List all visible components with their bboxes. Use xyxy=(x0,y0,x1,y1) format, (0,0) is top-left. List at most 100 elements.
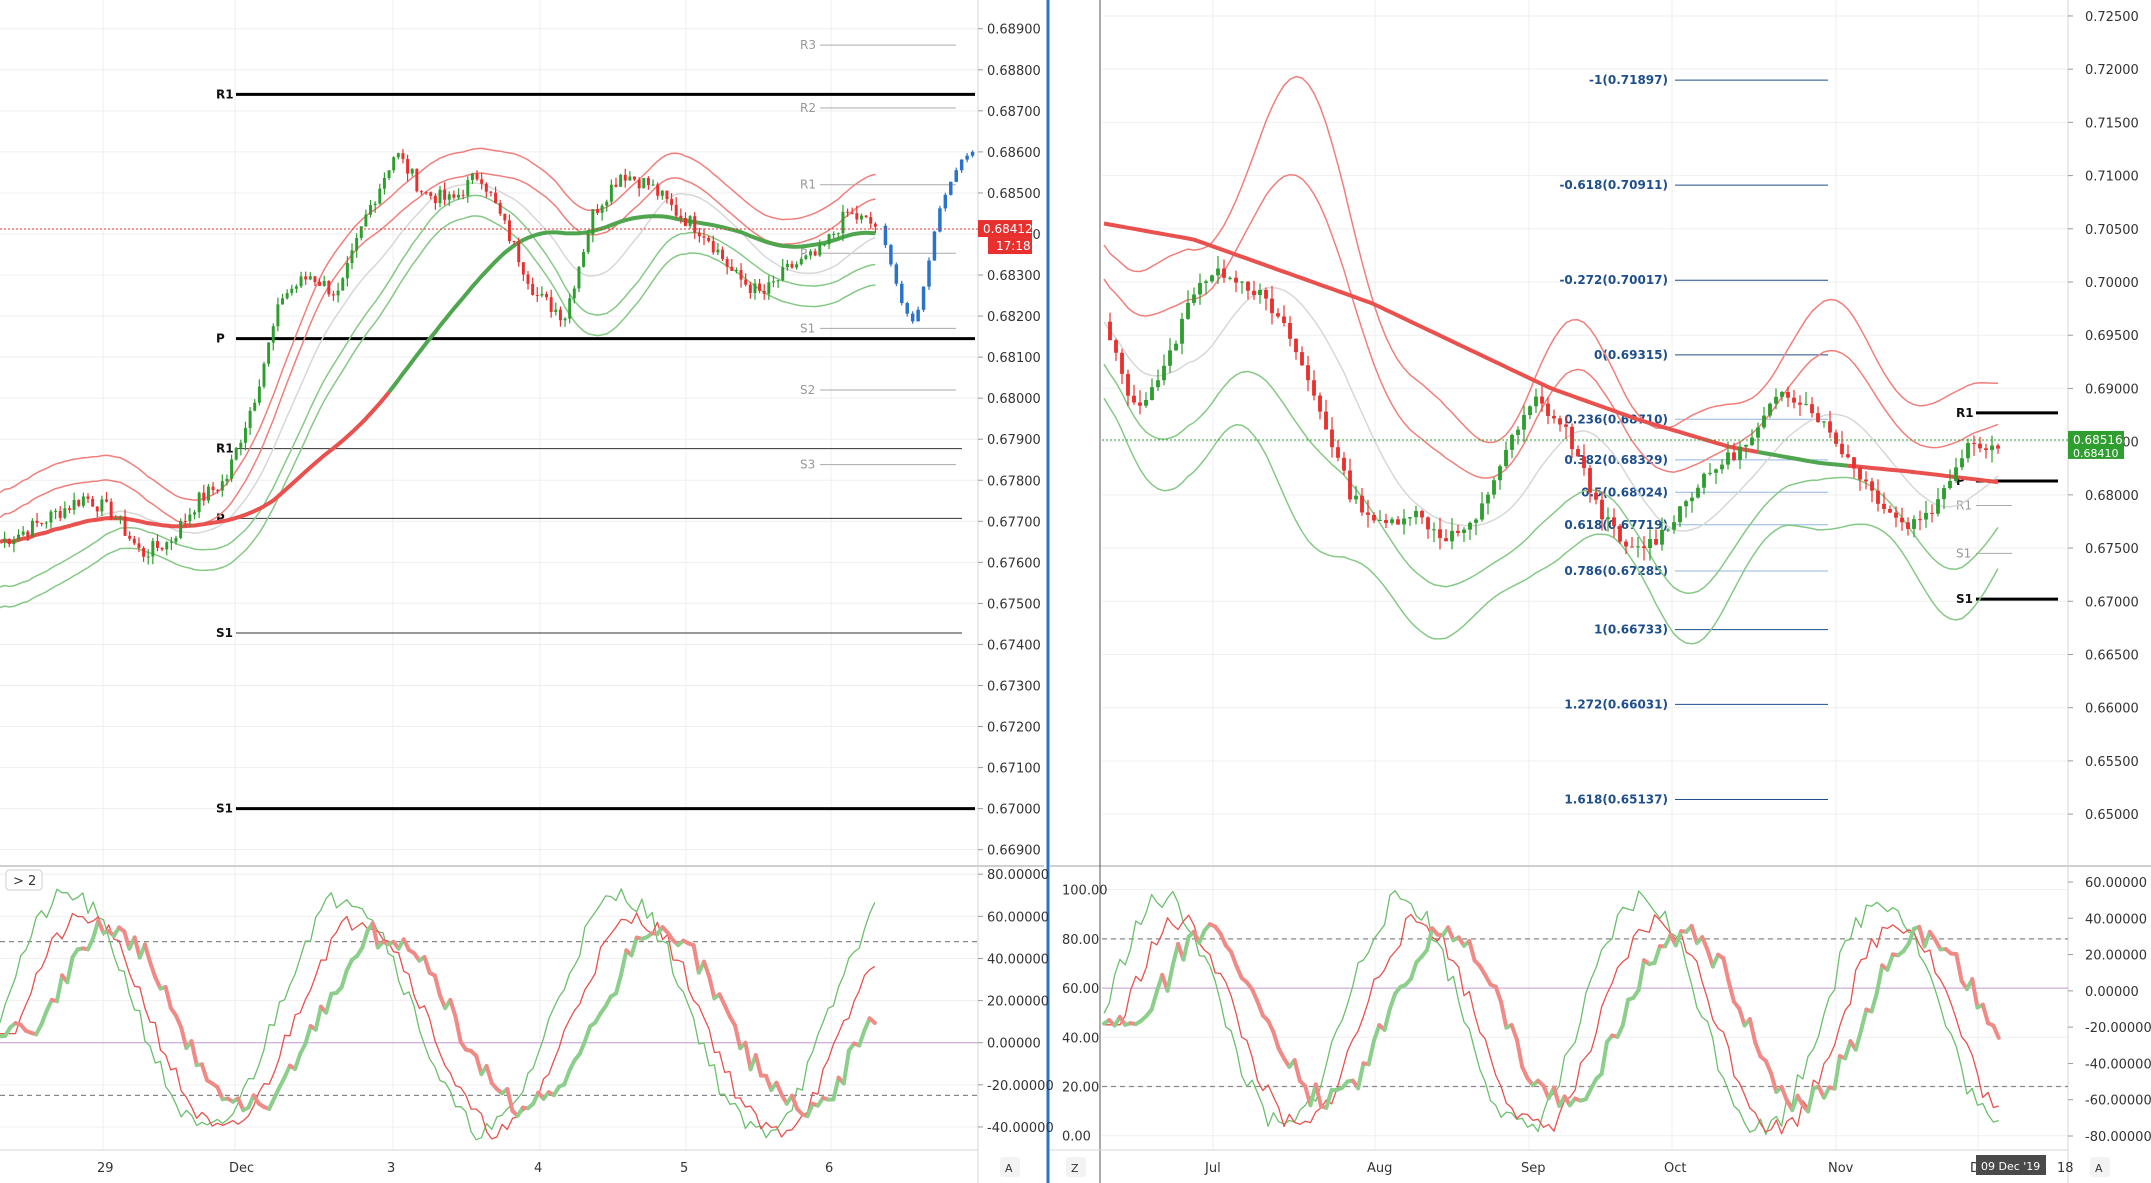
candle-body xyxy=(336,290,340,296)
candle-body xyxy=(572,288,576,299)
candle-body xyxy=(271,326,275,343)
candle-body xyxy=(591,209,595,235)
candle-body xyxy=(1564,424,1568,427)
candle-body xyxy=(730,266,734,271)
candle-body xyxy=(711,241,715,253)
candle-body xyxy=(943,194,948,209)
candle-body xyxy=(1270,298,1274,314)
candle-body xyxy=(1918,519,1922,521)
candle-body xyxy=(406,159,410,174)
study-collapse-button[interactable]: > 2 xyxy=(5,869,43,891)
candle-body xyxy=(239,442,243,448)
y-tick-label: 0.67300 xyxy=(987,679,1041,694)
candle-body xyxy=(1552,415,1556,419)
candle-body xyxy=(734,269,738,271)
candle-body xyxy=(392,157,396,171)
candle-body xyxy=(827,234,831,245)
candle-body xyxy=(1630,546,1634,548)
pivot-label: S1 xyxy=(216,626,233,640)
candle-body xyxy=(216,490,220,492)
y-tick-label: 40.00000 xyxy=(987,952,1049,967)
y-tick-label: 0.67200 xyxy=(987,721,1041,736)
y-tick-label: 0.71500 xyxy=(2085,116,2139,131)
candle-body xyxy=(1876,490,1880,504)
candle-body xyxy=(1306,365,1310,381)
y-tick-label: 0.72000 xyxy=(2085,63,2139,78)
candle-body xyxy=(1702,473,1706,488)
candle-body xyxy=(21,531,25,535)
y-tick-label-left: 60.00 xyxy=(1062,982,1099,997)
candle-body xyxy=(1570,426,1574,450)
candle-body xyxy=(1156,380,1160,388)
candle-body xyxy=(424,192,428,194)
candle-body xyxy=(67,508,71,510)
candle-body xyxy=(1264,289,1268,299)
candle-body xyxy=(17,534,21,540)
candle-body xyxy=(656,184,660,196)
candle-body xyxy=(118,516,122,519)
candle-body xyxy=(1774,396,1778,404)
candle-body xyxy=(294,286,298,289)
candle-body xyxy=(693,216,697,233)
candle-body xyxy=(72,500,76,510)
candle-body xyxy=(1168,350,1172,366)
right-auto-scale-button[interactable]: A xyxy=(2090,1157,2110,1177)
y-tick-label: 60.00000 xyxy=(2085,876,2147,891)
candle-body xyxy=(762,290,766,294)
candle-body xyxy=(818,245,822,256)
left-auto-scale-button[interactable]: A xyxy=(1000,1157,1020,1177)
pivot-label: S2 xyxy=(800,383,815,397)
crosshair-date-badge: 09 Dec '19 xyxy=(1976,1155,2046,1175)
candle-body xyxy=(1606,517,1610,520)
right-zoom-button[interactable]: Z xyxy=(1066,1157,1086,1177)
pivot-label: P xyxy=(216,332,225,346)
candle-body xyxy=(1450,530,1454,542)
pivot-label: R3 xyxy=(800,38,816,52)
candle-body xyxy=(410,168,414,174)
candle-body xyxy=(660,190,664,196)
candle-body xyxy=(230,459,234,479)
candle-body xyxy=(1834,432,1838,444)
candle-body xyxy=(81,496,85,506)
crosshair-date-text: 09 Dec '19 xyxy=(1981,1160,2040,1173)
candle-body xyxy=(905,303,909,314)
candle-body xyxy=(836,233,840,235)
candle-body xyxy=(299,276,303,287)
fib-label: 1.272(0.66031) xyxy=(1564,697,1668,711)
chart-stage: R1PS1R1PS1R3R2R1PS1S2S3 0.689000.688000.… xyxy=(0,0,2151,1183)
candle-body xyxy=(401,153,405,160)
left-price-axis[interactable]: 0.68900 0.68800 0.68700 0.68600 0.68500 0.684… xyxy=(978,23,1041,859)
candle-body xyxy=(507,220,511,242)
y-tick-label: 0.67700 xyxy=(987,515,1041,530)
candle-body xyxy=(1612,517,1616,526)
candle-body xyxy=(1792,397,1796,403)
y-tick-label: 20.00000 xyxy=(2085,949,2147,964)
candle-body xyxy=(26,531,30,537)
candle-body xyxy=(795,264,799,268)
candle-body xyxy=(595,209,599,213)
candle-body xyxy=(341,278,345,291)
candle-body xyxy=(304,276,308,280)
candle-body xyxy=(1840,443,1844,455)
candle-body xyxy=(1360,495,1364,513)
candle-body xyxy=(1294,338,1298,353)
candle-body xyxy=(1492,480,1496,495)
candle-body xyxy=(869,217,873,224)
candle-body xyxy=(846,211,850,213)
candle-body xyxy=(804,255,808,259)
candle-body xyxy=(457,194,461,198)
candle-body xyxy=(1864,479,1868,482)
candle-body xyxy=(549,297,553,313)
y-tick-label: 0.70500 xyxy=(2085,223,2139,238)
candle-body xyxy=(781,267,785,281)
candle-body xyxy=(415,168,419,192)
candle-body xyxy=(628,176,632,181)
candle-body xyxy=(128,535,132,539)
x-tick-label: Nov xyxy=(1828,1161,1854,1176)
candle-body xyxy=(670,198,674,205)
candle-body xyxy=(864,215,868,218)
candle-body xyxy=(1786,391,1790,398)
candle-body xyxy=(322,280,326,286)
candle-body xyxy=(1894,512,1898,518)
candle-body xyxy=(359,226,363,238)
